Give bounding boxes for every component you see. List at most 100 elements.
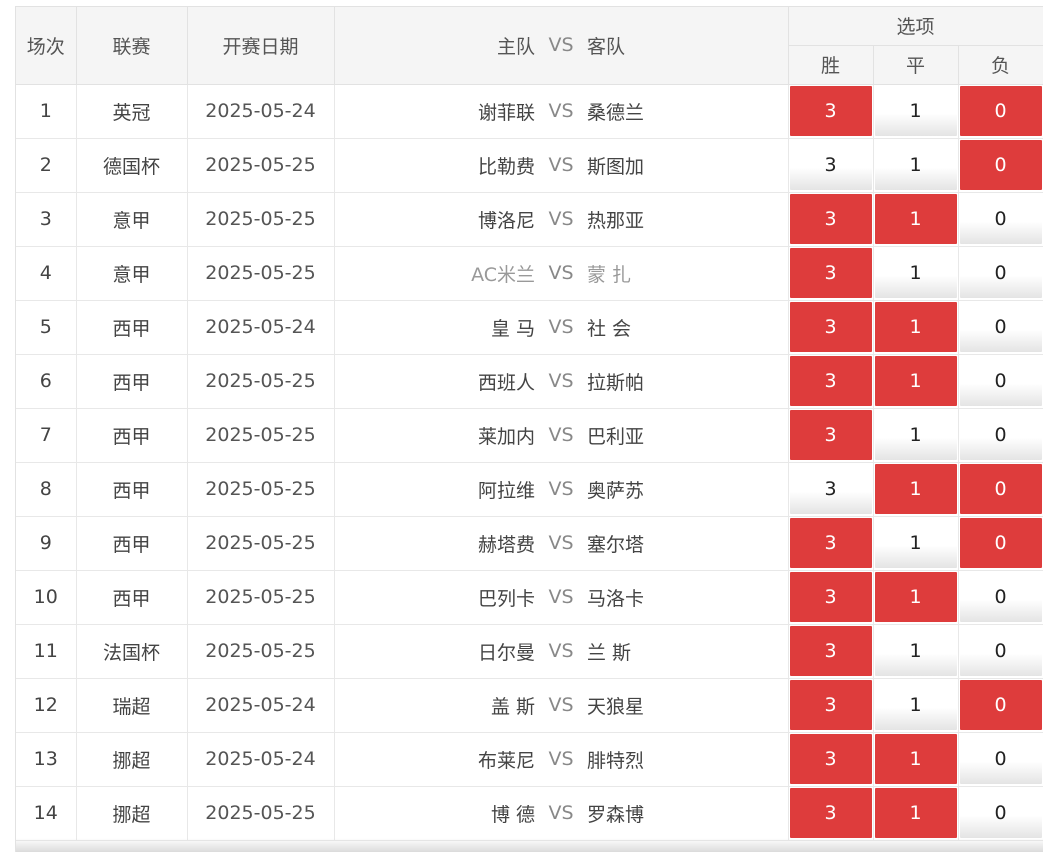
vs-label: VS	[548, 640, 574, 662]
option-draw-button[interactable]: 1	[874, 788, 957, 838]
header-match: 主队 VS 客队	[334, 7, 789, 85]
option-win-button[interactable]: 3	[789, 464, 872, 514]
header-options: 选项	[788, 7, 1043, 46]
option-win-button[interactable]: 3	[789, 356, 872, 406]
table-row: 6 西甲 2025-05-25 西班人 VS 拉斯帕 3 1 0	[16, 354, 1043, 409]
option-cell-win: 3	[788, 570, 874, 625]
header-home: 主队	[496, 35, 535, 58]
home-team: 赫塔费	[477, 533, 535, 556]
option-draw-button[interactable]: 1	[874, 140, 957, 190]
option-cell-win: 3	[788, 678, 874, 733]
option-draw-button[interactable]: 1	[874, 464, 957, 514]
option-loss-button[interactable]: 0	[959, 194, 1042, 244]
league-name: 西甲	[76, 462, 188, 517]
match-date: 2025-05-25	[187, 138, 335, 193]
league-name: 挪超	[76, 732, 188, 787]
away-team: 罗森博	[587, 803, 645, 826]
match-number: 3	[16, 192, 77, 247]
option-loss-button[interactable]: 0	[959, 680, 1042, 730]
home-team: 西班人	[477, 371, 535, 394]
away-team: 塞尔塔	[587, 533, 645, 556]
option-draw-button[interactable]: 1	[874, 410, 957, 460]
option-draw-button[interactable]: 1	[874, 248, 957, 298]
vs-label: VS	[548, 316, 574, 338]
option-loss-button[interactable]: 0	[959, 788, 1042, 838]
table-row: 14 挪超 2025-05-25 博 德 VS 罗森博 3 1 0	[16, 786, 1043, 841]
option-win-button[interactable]: 3	[789, 788, 872, 838]
option-win-button[interactable]: 3	[789, 626, 872, 676]
header-vs: VS	[548, 34, 574, 57]
option-loss-button[interactable]: 0	[959, 86, 1042, 136]
table-header: 场次 联赛 开赛日期 主队 VS 客队 选项 胜 平 负	[16, 7, 1043, 85]
option-win-button[interactable]: 3	[789, 302, 872, 352]
option-loss-button[interactable]: 0	[959, 248, 1042, 298]
option-draw-button[interactable]: 1	[874, 626, 957, 676]
option-draw-button[interactable]: 1	[874, 356, 957, 406]
option-win-button[interactable]: 3	[789, 572, 872, 622]
match-date: 2025-05-24	[187, 300, 335, 355]
table-row: 3 意甲 2025-05-25 博洛尼 VS 热那亚 3 1 0	[16, 192, 1043, 247]
option-cell-win: 3	[788, 786, 874, 841]
match-number: 5	[16, 300, 77, 355]
option-cell-loss: 0	[958, 732, 1043, 787]
table-row: 13 挪超 2025-05-24 布莱尼 VS 腓特烈 3 1 0	[16, 732, 1043, 787]
vs-label: VS	[548, 154, 574, 176]
option-loss-button[interactable]: 0	[959, 626, 1042, 676]
option-cell-loss: 0	[958, 516, 1043, 571]
option-loss-button[interactable]: 0	[959, 464, 1042, 514]
option-draw-button[interactable]: 1	[874, 734, 957, 784]
option-cell-draw: 1	[873, 138, 959, 193]
option-win-button[interactable]: 3	[789, 194, 872, 244]
league-name: 西甲	[76, 516, 188, 571]
home-team: 布莱尼	[477, 749, 535, 772]
option-draw-button[interactable]: 1	[874, 194, 957, 244]
option-cell-loss: 0	[958, 192, 1043, 247]
option-win-button[interactable]: 3	[789, 248, 872, 298]
option-draw-button[interactable]: 1	[874, 518, 957, 568]
vs-label: VS	[548, 208, 574, 230]
match-number: 6	[16, 354, 77, 409]
home-team: 博洛尼	[477, 209, 535, 232]
option-cell-win: 3	[788, 84, 874, 139]
vs-label: VS	[548, 586, 574, 608]
match-teams: 谢菲联 VS 桑德兰	[334, 84, 789, 139]
option-loss-button[interactable]: 0	[959, 410, 1042, 460]
option-cell-loss: 0	[958, 300, 1043, 355]
option-draw-button[interactable]: 1	[874, 86, 957, 136]
option-win-button[interactable]: 3	[789, 680, 872, 730]
option-cell-draw: 1	[873, 678, 959, 733]
option-loss-button[interactable]: 0	[959, 518, 1042, 568]
header-win: 胜	[788, 45, 874, 85]
option-draw-button[interactable]: 1	[874, 572, 957, 622]
match-number: 13	[16, 732, 77, 787]
away-team: 奥萨苏	[587, 479, 645, 502]
home-team: 日尔曼	[477, 641, 535, 664]
option-cell-loss: 0	[958, 408, 1043, 463]
match-number: 11	[16, 624, 77, 679]
option-win-button[interactable]: 3	[789, 518, 872, 568]
home-team: 巴列卡	[477, 587, 535, 610]
option-loss-button[interactable]: 0	[959, 572, 1042, 622]
table-row: 1 英冠 2025-05-24 谢菲联 VS 桑德兰 3 1 0	[16, 84, 1043, 139]
match-teams: 博 德 VS 罗森博	[334, 786, 789, 841]
option-draw-button[interactable]: 1	[874, 302, 957, 352]
vs-label: VS	[548, 100, 574, 122]
option-cell-win: 3	[788, 192, 874, 247]
option-win-button[interactable]: 3	[789, 140, 872, 190]
match-date: 2025-05-25	[187, 462, 335, 517]
option-cell-loss: 0	[958, 786, 1043, 841]
vs-label: VS	[548, 748, 574, 770]
match-table: 场次 联赛 开赛日期 主队 VS 客队 选项 胜 平 负 1 英冠 2025-0…	[16, 7, 1043, 841]
league-name: 意甲	[76, 192, 188, 247]
option-win-button[interactable]: 3	[789, 410, 872, 460]
option-win-button[interactable]: 3	[789, 734, 872, 784]
away-team: 腓特烈	[587, 749, 645, 772]
option-loss-button[interactable]: 0	[959, 734, 1042, 784]
option-loss-button[interactable]: 0	[959, 356, 1042, 406]
option-loss-button[interactable]: 0	[959, 140, 1042, 190]
header-away: 客队	[587, 35, 626, 58]
option-loss-button[interactable]: 0	[959, 302, 1042, 352]
option-win-button[interactable]: 3	[789, 86, 872, 136]
option-cell-win: 3	[788, 624, 874, 679]
option-draw-button[interactable]: 1	[874, 680, 957, 730]
